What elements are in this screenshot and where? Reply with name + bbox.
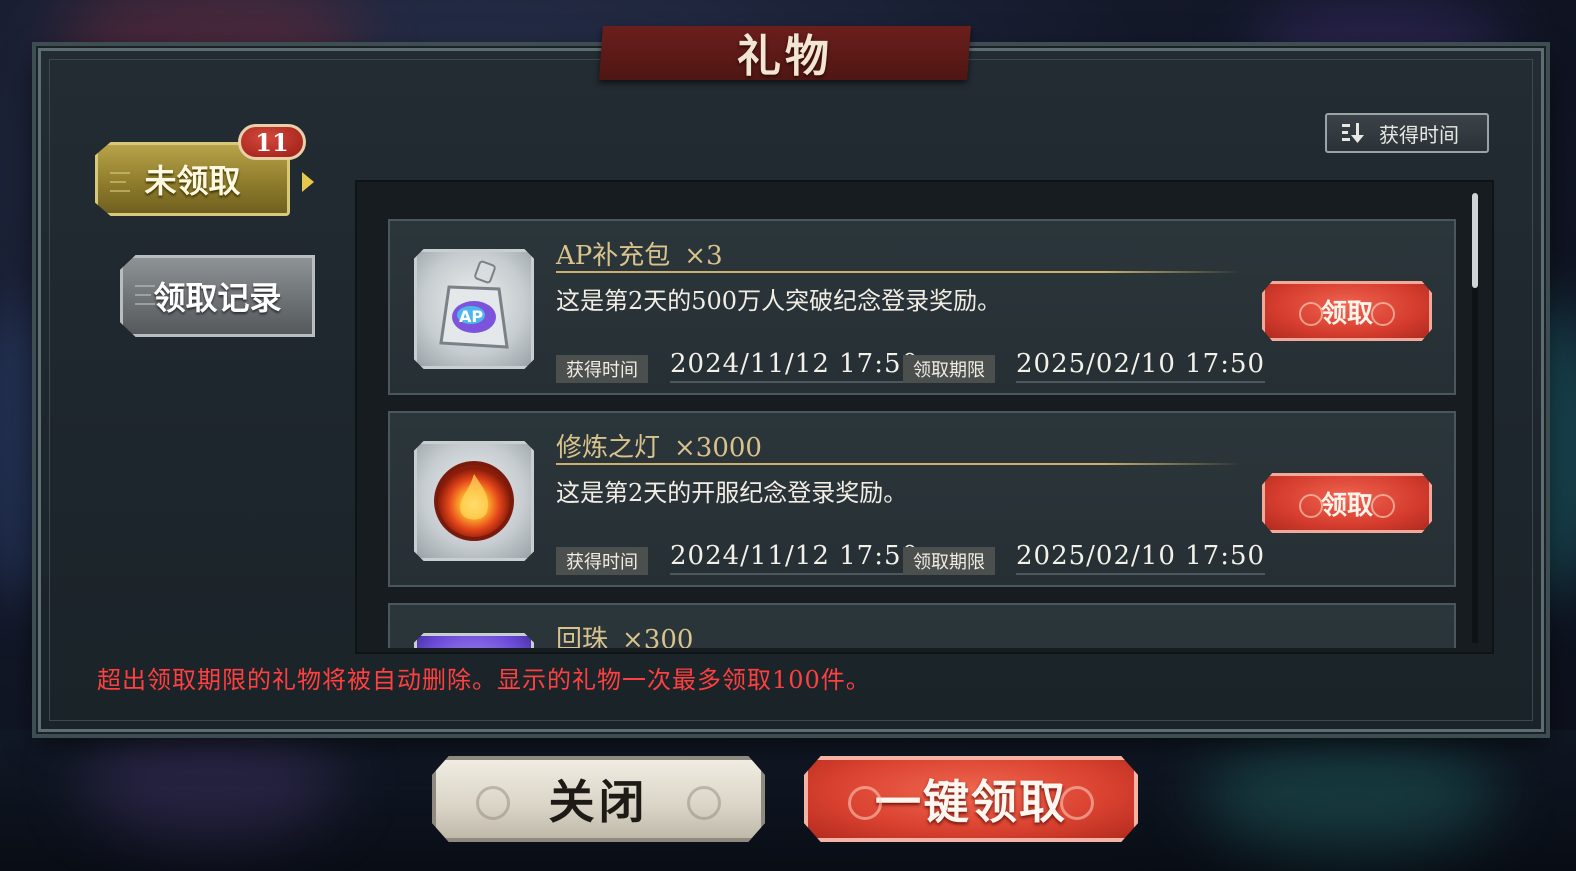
gift-item: 回珠 ×300: [388, 603, 1456, 648]
deadline-label: 领取期限: [903, 355, 995, 383]
sort-descending-icon: [1342, 123, 1364, 143]
gift-icon-frame: AP: [414, 249, 534, 369]
svg-text:AP: AP: [459, 307, 483, 326]
gift-name: AP补充包 ×3: [556, 241, 723, 271]
sort-button[interactable]: 获得时间: [1325, 113, 1489, 153]
claim-all-button[interactable]: 一键领取: [804, 756, 1138, 842]
claim-button[interactable]: 领取: [1262, 473, 1432, 533]
name-divider: [556, 271, 1242, 273]
unclaimed-count-badge: 11: [238, 124, 306, 160]
ap-pack-icon: AP: [439, 260, 509, 349]
tab-claim-history[interactable]: 领取记录: [120, 255, 315, 337]
deadline-value: 2025/02/10 17:50: [1016, 541, 1266, 575]
close-button[interactable]: 关闭: [432, 756, 765, 842]
gift-name: 回珠 ×300: [556, 625, 694, 648]
lamp-orb-icon: [434, 461, 514, 541]
tab-ornament-icon: [110, 172, 130, 192]
claim-button[interactable]: 领取: [1262, 281, 1432, 341]
tab-selected-arrow-icon: [302, 172, 314, 192]
gift-icon-frame: [414, 441, 534, 561]
scrollbar-thumb[interactable]: [1472, 193, 1478, 288]
gift-name: 修炼之灯 ×3000: [556, 433, 762, 463]
obtained-time-label: 获得时间: [556, 547, 648, 575]
tab-ornament-icon: [135, 285, 155, 305]
gift-item-clip: 回珠 ×300: [388, 603, 1456, 648]
name-divider: [556, 463, 1242, 465]
expiry-notice: 超出领取期限的礼物将被自动删除。显示的礼物一次最多领取100件。: [97, 666, 871, 694]
deadline-value: 2025/02/10 17:50: [1016, 349, 1266, 383]
gift-icon-frame: [414, 633, 534, 648]
obtained-time-value: 2024/11/12 17:50: [670, 349, 920, 383]
tab-unclaimed-label: 未领取: [144, 162, 241, 200]
gift-item: 修炼之灯 ×3000 这是第2天的开服纪念登录奖励。 获得时间 2024/11/1…: [388, 411, 1456, 587]
gift-description: 这是第2天的开服纪念登录奖励。: [556, 479, 908, 507]
gift-item: AP AP补充包 ×3 这是第2天的500万人突破纪念登录奖励。 获得时间 202…: [388, 219, 1456, 395]
dialog-title: 礼物: [737, 31, 833, 82]
sort-label: 获得时间: [1379, 122, 1459, 147]
tab-history-label: 领取记录: [153, 279, 282, 317]
gift-description: 这是第2天的500万人突破纪念登录奖励。: [556, 287, 1002, 315]
obtained-time-value: 2024/11/12 17:50: [670, 541, 920, 575]
deadline-label: 领取期限: [903, 547, 995, 575]
obtained-time-label: 获得时间: [556, 355, 648, 383]
